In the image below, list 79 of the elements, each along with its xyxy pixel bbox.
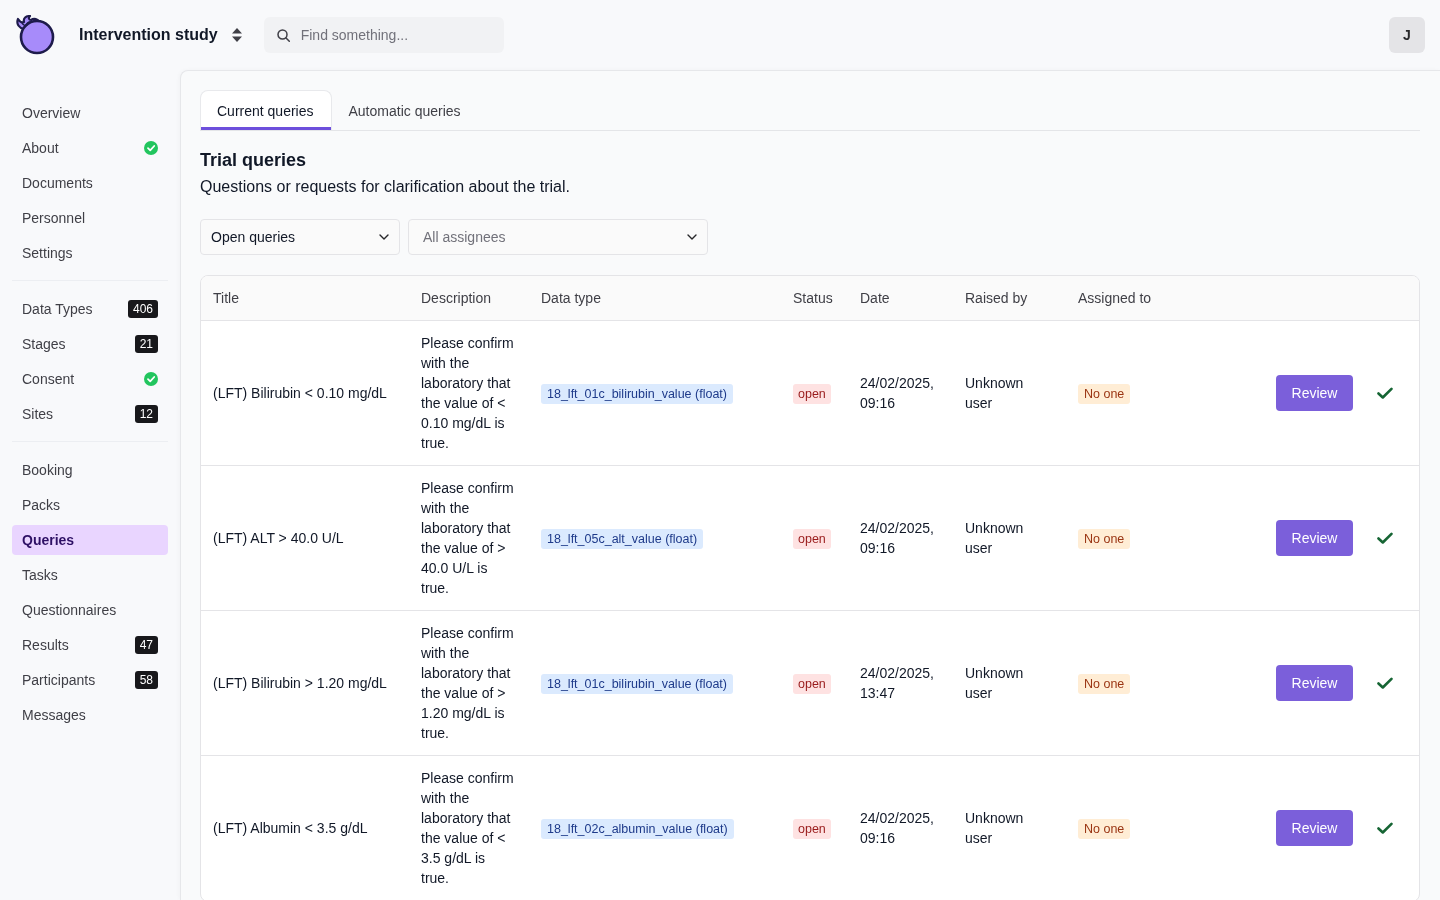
- status-badge: open: [793, 818, 831, 839]
- check-icon[interactable]: [1377, 387, 1393, 399]
- table-cell: 24/02/2025, 13:47: [848, 610, 953, 756]
- table-cell: (LFT) Albumin < 3.5 g/dL: [201, 755, 409, 900]
- search-field[interactable]: Find something...: [263, 17, 504, 53]
- count-badge: 58: [134, 671, 158, 689]
- up-down-arrows-icon: [231, 28, 242, 42]
- table-cell: 24/02/2025, 09:16: [848, 320, 953, 466]
- column-header: Date: [848, 276, 953, 321]
- column-header: Description: [409, 276, 529, 321]
- chevron-down-icon: [687, 234, 697, 240]
- review-button[interactable]: Review: [1276, 810, 1353, 846]
- sidebar-item[interactable]: Booking: [12, 455, 168, 485]
- sidebar-item[interactable]: Questionnaires: [12, 595, 168, 625]
- data-type-tag: 18_lft_01c_bilirubin_value (float): [541, 383, 733, 404]
- count-badge: 12: [134, 405, 158, 423]
- data-type-tag: 18_lft_05c_alt_value (float): [541, 528, 704, 549]
- assignee-badge: No one: [1078, 383, 1131, 404]
- table-cell: (LFT) Bilirubin > 1.20 mg/dL: [201, 610, 409, 756]
- sidebar-item[interactable]: Consent: [12, 364, 168, 394]
- review-button[interactable]: Review: [1276, 665, 1353, 701]
- search-icon: [276, 29, 290, 42]
- sidebar-item[interactable]: Messages: [12, 700, 168, 730]
- sidebar-item[interactable]: Results 47: [12, 630, 168, 660]
- sidebar-item[interactable]: Tasks: [12, 560, 168, 590]
- sidebar-item[interactable]: Packs: [12, 490, 168, 520]
- sidebar-item[interactable]: Participants 58: [12, 665, 168, 695]
- assignee-badge: No one: [1078, 528, 1131, 549]
- review-button[interactable]: Review: [1276, 375, 1353, 411]
- review-button[interactable]: Review: [1276, 520, 1353, 556]
- table-cell: Unknown user: [953, 320, 1066, 466]
- avatar-button[interactable]: J: [1389, 17, 1425, 53]
- page-subtitle: Questions or requests for clarification about the trial.: [200, 177, 571, 197]
- data-type-tag: 18_lft_02c_albumin_value (float): [541, 818, 734, 839]
- tab[interactable]: Automatic queries: [331, 90, 479, 130]
- assignee-badge: No one: [1078, 673, 1131, 694]
- data-type-tag: 18_lft_01c_bilirubin_value (float): [541, 673, 733, 694]
- filter-select[interactable]: Open queries: [200, 219, 400, 255]
- assignee-badge: No one: [1078, 818, 1131, 839]
- check-icon[interactable]: [1377, 532, 1393, 544]
- column-header: Raised by: [953, 276, 1066, 321]
- column-header: Data type: [529, 276, 781, 321]
- count-badge: 406: [127, 300, 158, 318]
- study-switcher[interactable]: Intervention study: [79, 26, 242, 44]
- table-cell: 24/02/2025, 09:16: [848, 755, 953, 900]
- table-cell: Please confirm with the laboratory that the value of < 0.10 mg/dL is true.: [409, 320, 529, 466]
- sidebar-item[interactable]: Sites 12: [12, 399, 168, 429]
- sidebar-item[interactable]: Overview: [12, 98, 168, 128]
- logo-icon: [15, 15, 55, 55]
- column-header: Title: [201, 276, 409, 321]
- table-cell: Please confirm with the laboratory that the value of > 40.0 U/L is true.: [409, 465, 529, 611]
- table-cell: Please confirm with the laboratory that the value of < 3.5 g/dL is true.: [409, 755, 529, 900]
- status-badge: open: [793, 383, 831, 404]
- sidebar-item[interactable]: Settings: [12, 238, 168, 268]
- column-header: Status: [781, 276, 848, 321]
- sidebar-item[interactable]: About: [12, 133, 168, 163]
- count-badge: 21: [134, 335, 158, 353]
- table-cell: Unknown user: [953, 610, 1066, 756]
- table-cell: Unknown user: [953, 465, 1066, 611]
- table-cell: (LFT) Bilirubin < 0.10 mg/dL: [201, 320, 409, 466]
- tab[interactable]: Current queries: [200, 90, 332, 130]
- table-cell: Please confirm with the laboratory that the value of > 1.20 mg/dL is true.: [409, 610, 529, 756]
- count-badge: 47: [134, 636, 158, 654]
- status-badge: open: [793, 528, 831, 549]
- page-heading: Trial queries: [200, 149, 308, 172]
- status-badge: open: [793, 673, 831, 694]
- sidebar-item[interactable]: Stages 21: [12, 329, 168, 359]
- table-cell: 24/02/2025, 09:16: [848, 465, 953, 611]
- filter-select[interactable]: All assignees: [408, 219, 708, 255]
- table-cell: (LFT) ALT > 40.0 U/L: [201, 465, 409, 611]
- sidebar-item[interactable]: Data Types 406: [12, 294, 168, 324]
- sidebar-item[interactable]: Documents: [12, 168, 168, 198]
- check-icon[interactable]: [1377, 677, 1393, 689]
- sidebar-item[interactable]: Queries: [12, 525, 168, 555]
- column-header: Assigned to: [1066, 276, 1264, 321]
- sidebar-item[interactable]: Personnel: [12, 203, 168, 233]
- check-icon[interactable]: [1377, 822, 1393, 834]
- table-cell: Unknown user: [953, 755, 1066, 900]
- chevron-down-icon: [379, 234, 389, 240]
